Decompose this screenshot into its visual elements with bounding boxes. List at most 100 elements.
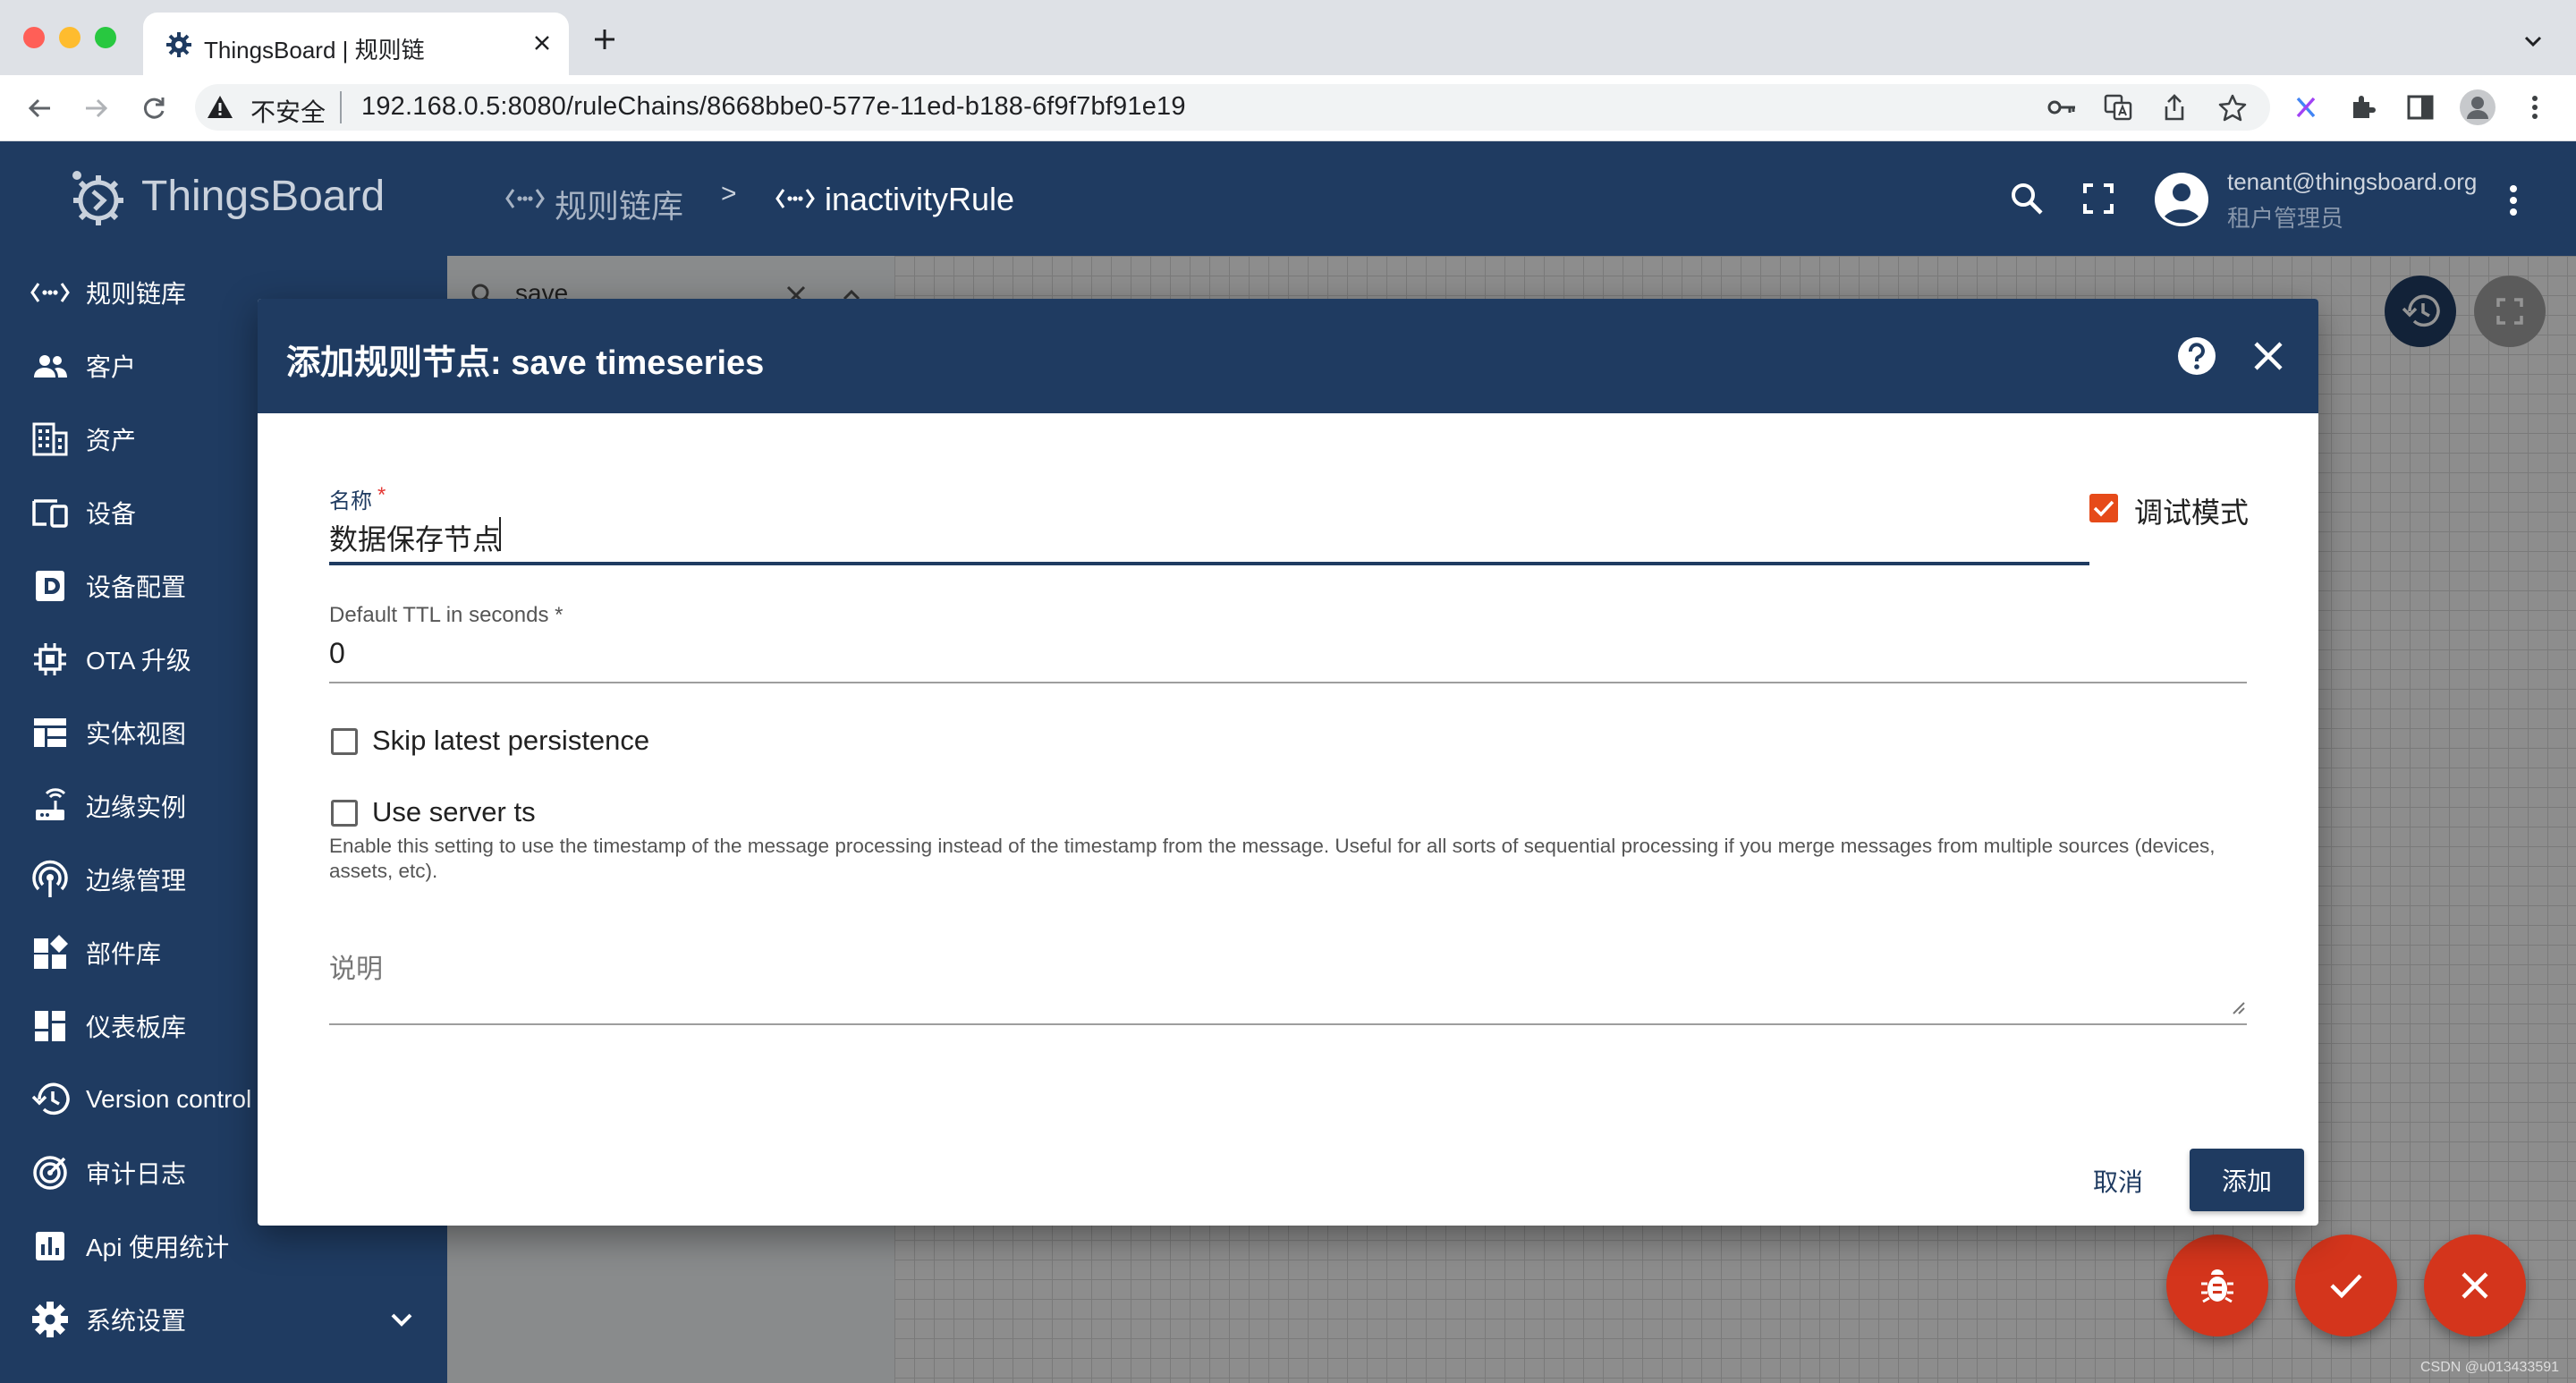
back-icon[interactable]: [20, 89, 59, 128]
sidebar-item-label: 部件库: [86, 940, 162, 968]
tab-close-icon[interactable]: [528, 29, 556, 57]
name-field-label: 名称: [329, 489, 372, 513]
sidebar-item-label: OTA 升级: [86, 647, 191, 675]
logo-text: ThingsBoard: [141, 173, 386, 220]
tab-list-chevron-icon[interactable]: [2519, 27, 2547, 55]
sidebar-item-label: 设备配置: [86, 573, 187, 601]
window-zoom-dot[interactable]: [95, 27, 116, 48]
sidebar-item-label: Api 使用统计: [86, 1234, 230, 1261]
app-menu-icon[interactable]: [2496, 182, 2531, 218]
bookmark-star-icon[interactable]: [2218, 93, 2247, 122]
resize-handle-icon[interactable]: [2229, 998, 2245, 1014]
history-icon: [29, 1078, 72, 1121]
share-icon[interactable]: [2161, 93, 2188, 122]
add-button[interactable]: 添加: [2190, 1149, 2304, 1211]
settings-icon: [29, 1298, 72, 1341]
browser-tab[interactable]: ThingsBoard | 规则链: [143, 13, 569, 75]
profile-avatar-icon[interactable]: [2460, 89, 2496, 125]
sidebar-item-label: 设备: [86, 500, 137, 528]
address-bar[interactable]: 不安全 192.168.0.5:8080/ruleChains/8668bbe0…: [195, 84, 2270, 131]
rule-chain-icon: [29, 271, 72, 314]
sidebar-item-label: 边缘管理: [86, 867, 187, 895]
entity-view-icon: [29, 711, 72, 754]
skip-latest-checkbox[interactable]: [331, 728, 358, 755]
name-input-underline: [329, 562, 2089, 565]
password-key-icon[interactable]: [2046, 93, 2077, 122]
window-minimize-dot[interactable]: [59, 27, 80, 48]
customers-icon: [29, 344, 72, 387]
sidebar-item-label: 仪表板库: [86, 1014, 187, 1041]
text-caret: [499, 517, 501, 551]
description-textarea[interactable]: 说明: [329, 946, 383, 986]
device-profile-icon: [29, 564, 72, 607]
security-label: 不安全: [250, 98, 326, 126]
user-account-icon[interactable]: [2154, 172, 2209, 227]
user-role: 租户管理员: [2227, 205, 2344, 232]
server-ts-checkbox[interactable]: [331, 800, 358, 827]
sidebar-item-label: 审计日志: [86, 1160, 187, 1188]
dialog-close-icon[interactable]: [2252, 340, 2284, 372]
add-rule-node-dialog: 添加规则节点: save timeseries 名称 * 数据保存节点 调试模式…: [258, 299, 2318, 1226]
sidebar-item-system-settings[interactable]: 系统设置: [0, 1283, 447, 1356]
debug-button[interactable]: [2166, 1235, 2268, 1336]
thingsboard-favicon-icon: [165, 30, 193, 59]
watermark: CSDN @u013433591: [2420, 1360, 2560, 1375]
sidebar-item-label: 客户: [86, 353, 137, 381]
ttl-field-label: Default TTL in seconds *: [329, 603, 564, 627]
bar-chart-icon: [29, 1225, 72, 1268]
server-ts-label[interactable]: Use server ts: [372, 796, 536, 828]
widgets-icon: [29, 931, 72, 974]
help-icon[interactable]: [2177, 336, 2216, 376]
browser-menu-icon[interactable]: [2521, 93, 2549, 122]
ota-chip-icon: [29, 638, 72, 681]
forward-icon[interactable]: [77, 89, 116, 128]
window-close-dot[interactable]: [23, 27, 45, 48]
fullscreen-icon[interactable]: [2082, 182, 2114, 215]
side-panel-icon[interactable]: [2406, 93, 2435, 122]
devices-icon: [29, 491, 72, 534]
debug-mode-label[interactable]: 调试模式: [2134, 490, 2249, 531]
track-changes-icon: [29, 1151, 72, 1194]
ttl-input-underline: [329, 682, 2247, 683]
extension-x-icon[interactable]: [2292, 93, 2320, 122]
cancel-button[interactable]: 取消: [2093, 1163, 2143, 1199]
app-top-bar: ThingsBoard 规则链库 > inactivityRule tenant…: [0, 141, 2576, 256]
reload-icon[interactable]: [134, 89, 174, 128]
debug-mode-checkbox[interactable]: [2089, 494, 2118, 522]
warning-icon: [206, 93, 234, 122]
sidebar-item-label: Version control: [86, 1085, 252, 1113]
search-icon[interactable]: [2009, 181, 2045, 216]
breadcrumb-rule-chain-icon: [504, 186, 546, 211]
browser-tab-bar: ThingsBoard | 规则链: [0, 0, 2576, 75]
new-tab-icon[interactable]: [587, 21, 623, 57]
breadcrumb-root[interactable]: 规则链库: [555, 181, 683, 227]
check-icon: [2328, 1271, 2364, 1300]
close-icon: [2460, 1270, 2490, 1301]
dialog-title: 添加规则节点: save timeseries: [286, 344, 765, 382]
url-text[interactable]: 192.168.0.5:8080/ruleChains/8668bbe0-577…: [361, 92, 1186, 122]
breadcrumb-current-icon: [775, 186, 816, 211]
add-button-label: 添加: [2221, 1167, 2272, 1195]
name-input[interactable]: 数据保存节点: [329, 517, 501, 558]
breadcrumb-separator: >: [721, 179, 737, 208]
ttl-input[interactable]: 0: [329, 637, 345, 670]
required-asterisk: *: [377, 483, 386, 507]
skip-latest-label[interactable]: Skip latest persistence: [372, 725, 649, 757]
discard-changes-button[interactable]: [2424, 1235, 2526, 1336]
apply-changes-button[interactable]: [2295, 1235, 2397, 1336]
bug-icon: [2199, 1266, 2235, 1305]
address-divider: [340, 91, 342, 123]
translate-icon[interactable]: [2104, 93, 2132, 122]
thingsboard-logo-icon[interactable]: [64, 163, 132, 234]
dashboard-icon: [29, 1005, 72, 1048]
sidebar-item-label: 边缘实例: [86, 793, 187, 821]
edge-tower-icon: [29, 858, 72, 901]
tab-title: ThingsBoard | 规则链: [204, 37, 425, 64]
sidebar-item-label: 资产: [86, 427, 137, 454]
sidebar-item-label: 实体视图: [86, 720, 187, 748]
sidebar-item-label: 系统设置: [86, 1307, 187, 1335]
sidebar-item-label: 规则链库: [86, 280, 187, 308]
server-ts-hint: Enable this setting to use the timestamp…: [329, 835, 2216, 882]
user-email: tenant@thingsboard.org: [2227, 168, 2478, 195]
extensions-puzzle-icon[interactable]: [2349, 93, 2377, 122]
